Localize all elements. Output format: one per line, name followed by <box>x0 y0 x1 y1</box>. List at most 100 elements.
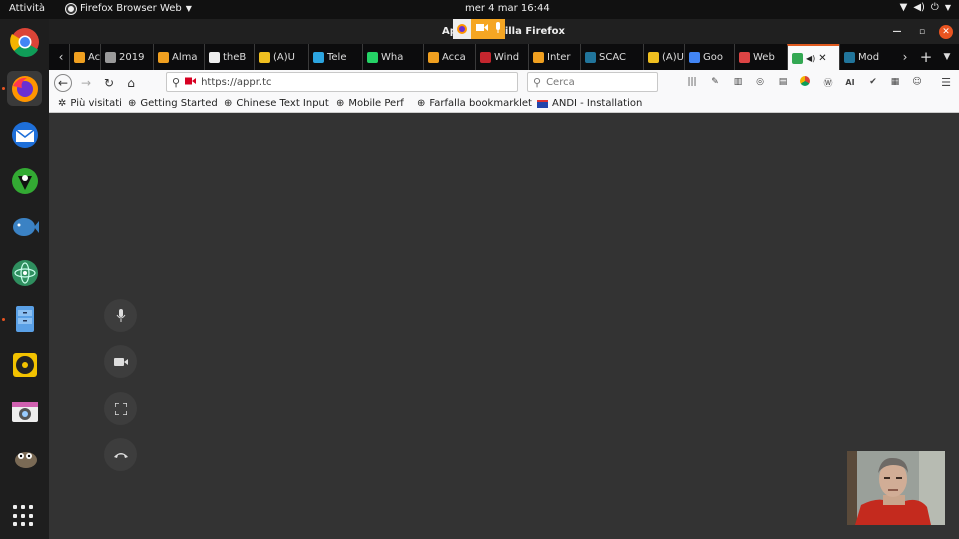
system-tray[interactable]: ▼ ◀) ⏻ ▼ <box>900 2 951 13</box>
chrome-icon <box>9 27 39 57</box>
browser-tab[interactable]: SCAC <box>580 44 643 70</box>
tab-close-icon[interactable]: ✕ <box>818 53 826 64</box>
browser-tab[interactable]: Wha <box>362 44 423 70</box>
fish-app-launcher[interactable] <box>7 209 42 244</box>
inkscape-icon <box>11 167 38 194</box>
tab-favicon-icon <box>209 51 220 63</box>
scroll-tabs-left-icon[interactable]: ‹ <box>52 48 70 66</box>
tab-label: Wind <box>494 51 520 63</box>
maximize-button[interactable]: ▫ <box>915 25 929 39</box>
local-video-preview[interactable] <box>847 451 945 525</box>
bookmark-farfalla[interactable]: ⊕ Farfalla bookmarklet <box>417 98 532 109</box>
browser-tab[interactable]: ◀) ✕ <box>787 44 839 70</box>
mute-microphone-button[interactable] <box>104 299 137 332</box>
bookmarks-toolbar: ✲ Più visitati ⊕ Getting Started ⊕ Chine… <box>49 95 959 113</box>
camera-icon <box>113 357 128 366</box>
list-all-tabs-button[interactable]: ▼ <box>938 48 956 66</box>
bookmark-most-visited[interactable]: ✲ Più visitati <box>58 98 122 109</box>
chrome-extension-icon[interactable] <box>800 76 810 86</box>
show-applications-button[interactable] <box>13 505 35 527</box>
tab-favicon-icon <box>259 51 270 63</box>
apps-icon[interactable]: ▦ <box>889 76 901 88</box>
bookmark-shelf-icon[interactable]: ▥ <box>732 76 744 88</box>
screenshot-icon[interactable]: ◎ <box>754 76 766 88</box>
account-icon[interactable]: ☺ <box>911 76 923 88</box>
tab-favicon-icon <box>105 51 116 63</box>
browser-tab[interactable]: Goo <box>684 44 734 70</box>
browser-tab[interactable]: Alma <box>153 44 204 70</box>
browser-tab[interactable]: 2019 <box>100 44 153 70</box>
clock[interactable]: mer 4 mar 16:44 <box>465 3 550 14</box>
fullscreen-button[interactable] <box>104 392 137 425</box>
bookmark-getting-started[interactable]: ⊕ Getting Started <box>128 98 218 109</box>
firefox-launcher[interactable] <box>7 71 42 106</box>
hamburger-menu-icon[interactable]: ☰ <box>940 76 952 89</box>
bookmark-andi[interactable]: ANDI - Installation <box>537 98 642 109</box>
file-cabinet-launcher[interactable] <box>7 301 42 336</box>
back-button[interactable]: ← <box>54 74 72 92</box>
search-placeholder: Cerca <box>546 76 575 88</box>
browser-tab[interactable]: Mod <box>839 44 889 70</box>
browser-tab[interactable]: Acca <box>423 44 475 70</box>
tab-label: Tele <box>327 51 347 63</box>
browser-tab[interactable]: Acca <box>69 44 100 70</box>
tab-sound-icon[interactable]: ◀) <box>806 54 815 63</box>
reader-icon[interactable]: ▤ <box>777 76 789 88</box>
gimp-launcher[interactable] <box>7 439 42 474</box>
toggle-camera-button[interactable] <box>104 345 137 378</box>
gnome-top-bar: Attività Firefox Browser Web ▼ mer 4 mar… <box>0 0 959 19</box>
browser-tab[interactable]: Tele <box>308 44 362 70</box>
tab-label: Inter <box>547 51 571 63</box>
chevron-down-icon: ▼ <box>185 4 192 13</box>
tab-favicon-icon <box>74 51 85 63</box>
tab-favicon-icon <box>648 51 659 63</box>
bookmark-mobile-perf[interactable]: ⊕ Mobile Perf <box>336 98 404 109</box>
chrome-launcher[interactable] <box>7 24 42 59</box>
browser-tab[interactable]: Wind <box>475 44 528 70</box>
firefox-small-icon <box>66 3 76 14</box>
firefox-mini-icon <box>453 19 471 39</box>
forward-button[interactable]: → <box>77 74 95 92</box>
ai-extension-icon[interactable]: AI <box>844 76 856 88</box>
tab-favicon-icon <box>533 51 544 63</box>
browser-tab[interactable]: Web <box>734 44 787 70</box>
atom-launcher[interactable] <box>7 255 42 290</box>
hangup-button[interactable] <box>104 438 137 471</box>
library-icon[interactable]: ||| <box>686 76 698 88</box>
running-indicator <box>2 87 5 90</box>
scroll-tabs-right-icon[interactable]: › <box>896 48 914 66</box>
wordpress-icon[interactable]: Ⓦ <box>822 76 834 89</box>
home-button[interactable]: ⌂ <box>122 74 140 92</box>
browser-tab[interactable]: (A)U <box>643 44 684 70</box>
reload-button[interactable]: ↻ <box>100 74 118 92</box>
andi-icon <box>537 99 548 108</box>
browser-tab[interactable]: theB <box>204 44 254 70</box>
app-menu-label: Firefox Browser Web <box>80 3 182 14</box>
tab-favicon-icon <box>158 51 169 63</box>
video-call-area <box>49 113 959 539</box>
activities-button[interactable]: Attività <box>9 3 45 14</box>
new-tab-button[interactable]: + <box>917 48 935 66</box>
minimize-button[interactable]: — <box>890 25 904 39</box>
camera-app-launcher[interactable] <box>7 393 42 428</box>
tab-label: Mod <box>858 51 880 63</box>
thunderbird-icon <box>11 121 38 148</box>
search-bar[interactable]: ⚲ Cerca <box>527 72 658 92</box>
sharing-indicator[interactable] <box>453 19 505 39</box>
browser-tab[interactable]: Inter <box>528 44 580 70</box>
url-bar[interactable]: ⚲ https://appr.tc <box>166 72 518 92</box>
inkscape-launcher[interactable] <box>7 163 42 198</box>
grid-dot <box>13 505 17 509</box>
app-menu[interactable]: Firefox Browser Web ▼ <box>66 3 192 14</box>
bookmark-chinese-text-input[interactable]: ⊕ Chinese Text Input <box>224 98 329 109</box>
thunderbird-launcher[interactable] <box>7 117 42 152</box>
rhythmbox-launcher[interactable] <box>7 347 42 382</box>
camera-permission-icon[interactable] <box>185 77 197 88</box>
window-titlebar[interactable]: Ap zilla Firefox — ▫ ✕ <box>49 19 959 44</box>
browser-tab[interactable]: (A)U <box>254 44 308 70</box>
close-button[interactable]: ✕ <box>939 25 953 39</box>
eyedropper-icon[interactable]: ✎ <box>709 76 721 88</box>
checkmark-icon[interactable]: ✔ <box>867 76 879 88</box>
search-icon: ⚲ <box>533 75 542 89</box>
tab-label: 2019 <box>119 51 145 63</box>
